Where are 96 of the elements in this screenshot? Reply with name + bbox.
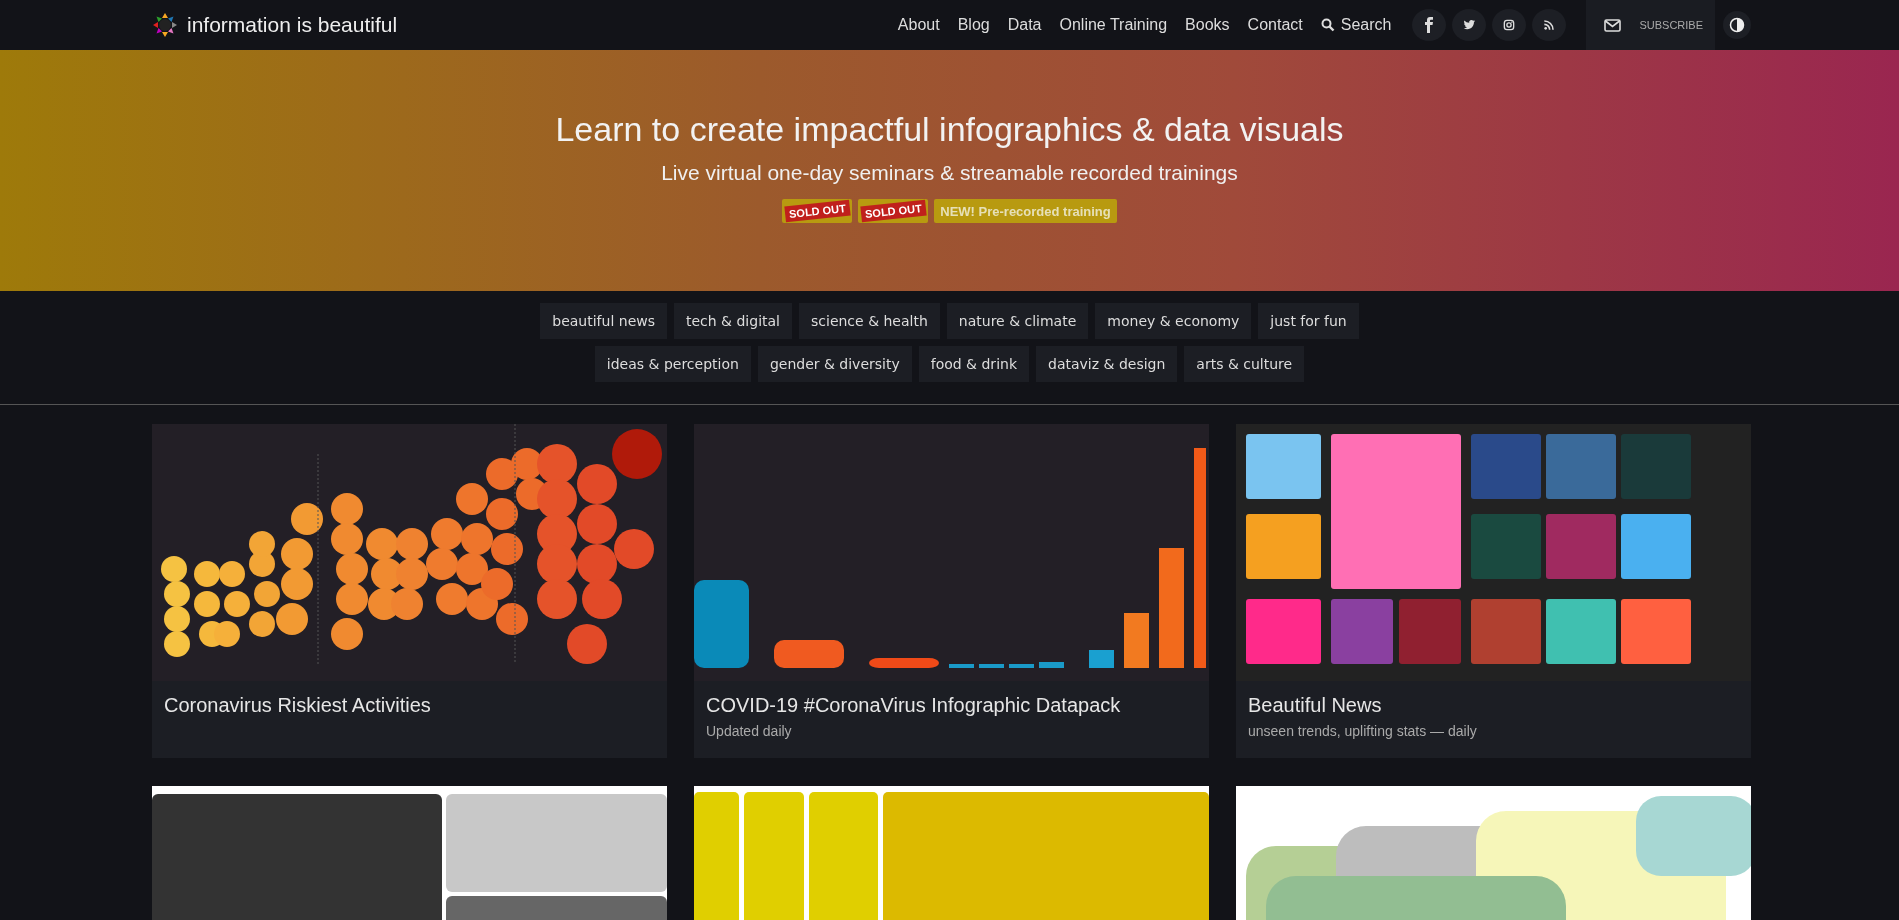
story-card[interactable]: COVID-19 #CoronaVirus Infographic Datapack Updated daily [694,424,1209,758]
bubble [281,568,313,600]
bubble [396,558,428,590]
bubble [486,458,518,490]
bubble [436,583,468,615]
category-tag[interactable]: just for fun [1258,303,1359,339]
bar [1039,662,1064,668]
bubble [567,624,607,664]
search-link[interactable]: Search [1317,14,1395,36]
bubble [276,603,308,635]
instagram-button[interactable] [1492,9,1527,41]
bubble [291,503,323,535]
bubble [612,429,662,479]
bar [1009,664,1034,668]
bubble [426,548,458,580]
category-tag[interactable]: nature & climate [946,303,1089,339]
nav-link[interactable]: Books [1182,14,1233,36]
nav-link[interactable]: Data [1004,14,1045,36]
bubble [331,618,363,650]
subscribe-button[interactable]: SUBSCRIBE [1586,0,1715,50]
site-logo-text[interactable]: information is beautiful [187,13,398,37]
bubble [219,561,245,587]
story-card[interactable]: Beautiful News unseen trends, uplifting stats — daily [1236,424,1751,758]
bubble [456,483,488,515]
card-subtitle: Updated daily [706,723,793,739]
bubble [461,523,493,555]
category-tag[interactable]: ideas & perception [594,346,751,382]
card-subtitle: unseen trends, uplifting stats — daily [1248,723,1478,739]
nav-link[interactable]: About [894,14,943,36]
bubble [336,553,368,585]
bubble [164,606,190,632]
category-tag[interactable]: money & economy [1095,303,1252,339]
logo-icon[interactable] [152,12,178,38]
nav-link[interactable]: Contact [1244,14,1306,36]
bubble [336,583,368,615]
bubble [577,504,617,544]
card-title[interactable]: COVID-19 #CoronaVirus Infographic Datapack [706,694,1197,717]
rss-button[interactable] [1532,9,1567,41]
training-badge[interactable]: SOLD OUT [782,199,853,223]
bubble [577,464,617,504]
search-icon [1320,18,1335,32]
nav-link[interactable]: Online Training [1056,14,1171,36]
bubble [214,621,240,647]
bubble [431,518,463,550]
bubble [481,568,513,600]
bar [979,664,1004,668]
bubble [496,603,528,635]
facebook-button[interactable] [1412,9,1447,41]
theme-toggle-button[interactable] [1723,11,1751,39]
bubble [164,581,190,607]
bubble [366,528,398,560]
bar [949,664,974,668]
facebook-icon [1425,17,1434,33]
bubble [194,591,220,617]
training-badge[interactable]: SOLD OUT [858,199,929,223]
bubble [249,531,275,557]
nav-link[interactable]: Blog [954,14,993,36]
bubble [249,611,275,637]
bubble [537,444,577,484]
bubble [331,523,363,555]
bubble [537,579,577,619]
banner-title: Learn to create impactful infographics & data visuals [555,110,1344,149]
category-tag[interactable]: dataviz & design [1036,346,1178,382]
mail-icon [1604,18,1622,32]
bar [774,640,844,668]
category-tag[interactable]: arts & culture [1184,346,1305,382]
bubble [391,588,423,620]
bubble [486,498,518,530]
category-tag[interactable]: food & drink [918,346,1029,382]
bubble [396,528,428,560]
bubble [537,479,577,519]
twitter-button[interactable] [1452,9,1487,41]
bar [869,658,939,668]
bubble [582,579,622,619]
bubble [577,544,617,584]
bubble [161,556,187,582]
bubble [194,561,220,587]
bubble [614,529,654,569]
bubble [281,538,313,570]
bubble [331,493,363,525]
half-circle-icon [1729,17,1745,33]
category-tag[interactable]: science & health [799,303,940,339]
bar [1089,650,1114,668]
bubble [254,581,280,607]
category-tag[interactable]: tech & digital [674,303,792,339]
category-tag[interactable]: gender & diversity [757,346,912,382]
bubble [491,533,523,565]
bar [1124,613,1149,668]
category-tag[interactable]: beautiful news [540,303,667,339]
banner-subtitle: Live virtual one-day seminars & streamable recorded trainings [661,161,1238,185]
bubble [456,553,488,585]
bubble [164,631,190,657]
card-title[interactable]: Beautiful News [1248,694,1739,717]
bubble [224,591,250,617]
story-card[interactable]: Coronavirus Riskiest Activities [152,424,667,758]
card-title[interactable]: Coronavirus Riskiest Activities [164,694,655,717]
